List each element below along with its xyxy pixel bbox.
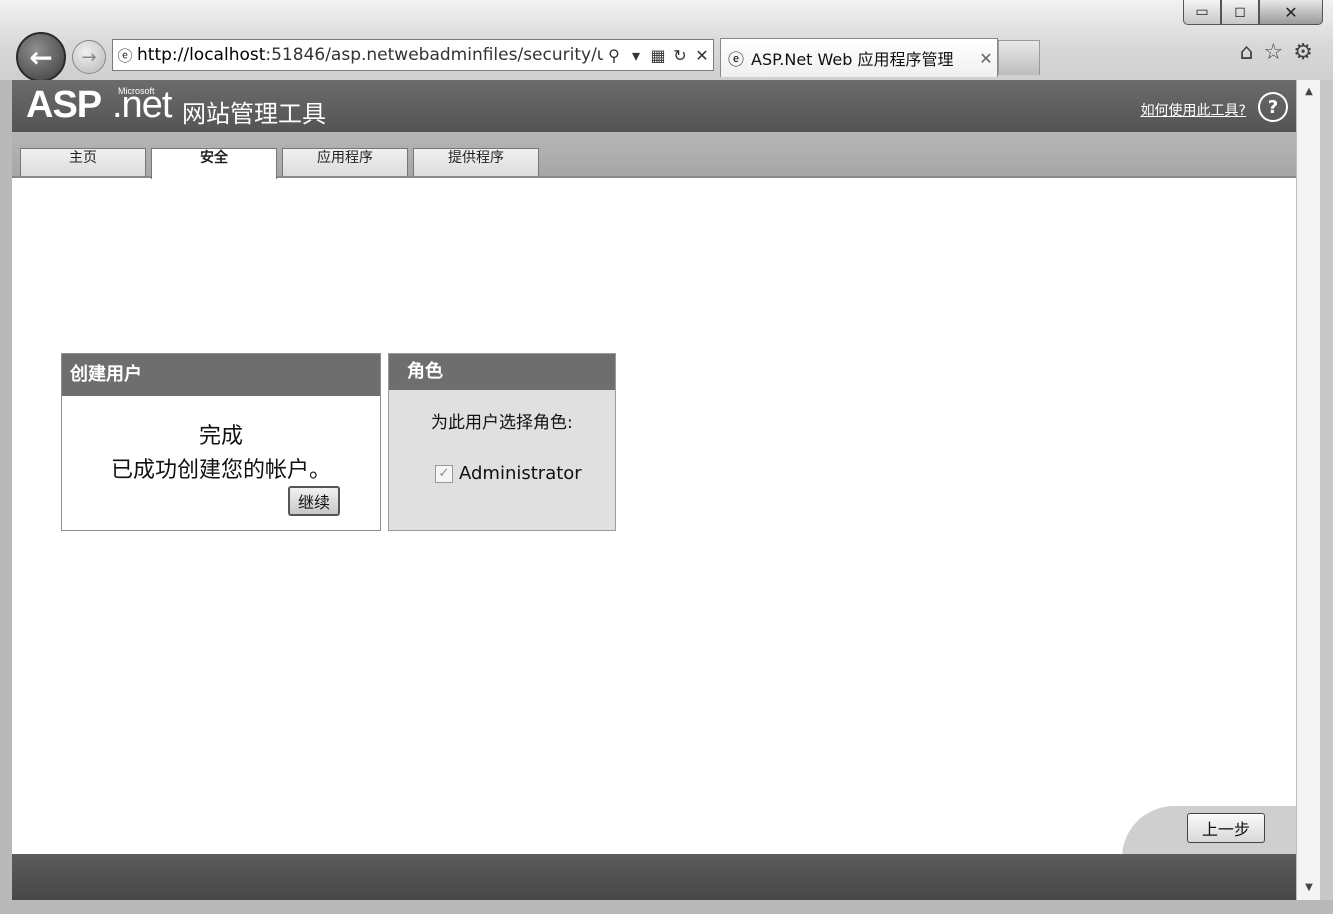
window-frame-bottom — [0, 900, 1333, 914]
roles-heading: 角色 — [389, 354, 615, 390]
help-icon[interactable]: ? — [1258, 92, 1288, 122]
roles-prompt: 为此用户选择角色: — [431, 413, 573, 433]
home-icon[interactable]: ⌂ — [1240, 40, 1254, 65]
new-tab-button[interactable] — [998, 40, 1040, 75]
dropdown-icon[interactable]: ▾ — [625, 46, 647, 65]
stop-icon[interactable]: ✕ — [691, 46, 713, 65]
browser-chrome: ▭ ◻ ✕ ← → ⓔ http://localhost:51846/asp.n… — [0, 0, 1333, 82]
browser-toolbar: ⌂ ☆ ⚙ — [1240, 40, 1313, 65]
maximize-button[interactable]: ◻ — [1221, 0, 1259, 25]
address-bar[interactable]: ⓔ http://localhost:51846/asp.netwebadmin… — [112, 39, 714, 71]
ie-icon: ⓔ — [117, 46, 133, 65]
arrow-left-icon: ← — [29, 40, 53, 74]
address-url[interactable]: http://localhost:51846/asp.netwebadminfi… — [137, 45, 603, 65]
vertical-scrollbar[interactable]: ▲ ▼ — [1296, 80, 1321, 900]
compat-icon[interactable]: ▦ — [647, 46, 669, 65]
tab-title: ASP.Net Web 应用程序管理 — [751, 50, 954, 69]
role-label: Administrator — [459, 463, 582, 484]
browser-tab-active[interactable]: ⓔ ASP.Net Web 应用程序管理 ✕ — [720, 38, 998, 77]
window-controls: ▭ ◻ ✕ — [1183, 0, 1323, 26]
url-path: :51846/asp.netwebadminfiles/security/u — [265, 45, 603, 65]
ie-icon: ⓔ — [727, 50, 744, 69]
help-link[interactable]: 如何使用此工具? — [1141, 100, 1246, 120]
favorites-icon[interactable]: ☆ — [1264, 40, 1284, 65]
aspnet-logo: ASP — [26, 84, 102, 126]
tab-security[interactable]: 安全 — [151, 148, 277, 179]
complete-message: 已成功创建您的帐户。 — [110, 458, 331, 483]
settings-icon[interactable]: ⚙ — [1293, 40, 1313, 65]
back-button[interactable]: ← — [16, 32, 66, 82]
continue-button[interactable]: 继续 — [288, 486, 340, 516]
page-viewport: ASP .net Microsoft 网站管理工具 如何使用此工具? ? 主页 … — [12, 80, 1296, 900]
url-host: http://localhost — [137, 45, 266, 65]
tab-application[interactable]: 应用程序 — [282, 148, 408, 176]
create-user-panel: 创建用户 完成 已成功创建您的帐户。 继续 — [61, 353, 381, 531]
complete-title: 完成 — [198, 424, 243, 449]
microsoft-mark: Microsoft — [118, 86, 155, 96]
arrow-right-icon: → — [81, 46, 97, 68]
role-checkbox[interactable]: ✓ — [435, 464, 453, 483]
close-window-button[interactable]: ✕ — [1259, 0, 1323, 25]
nav-tabbar: 主页 安全 应用程序 提供程序 — [12, 132, 1296, 179]
site-title: 网站管理工具 — [182, 100, 326, 128]
roles-panel: 角色 为此用户选择角色: ✓ Administrator — [388, 353, 616, 531]
tab-provider[interactable]: 提供程序 — [413, 148, 539, 176]
tab-home[interactable]: 主页 — [20, 148, 146, 176]
window-frame-left — [0, 80, 12, 914]
close-tab-icon[interactable]: ✕ — [975, 49, 997, 68]
forward-button[interactable]: → — [72, 40, 106, 74]
search-icon[interactable]: ⚲ — [603, 46, 625, 65]
site-footer — [12, 854, 1296, 900]
role-option-administrator[interactable]: ✓ Administrator — [435, 463, 615, 484]
scroll-down-icon[interactable]: ▼ — [1297, 882, 1321, 893]
previous-button[interactable]: 上一步 — [1187, 813, 1265, 843]
refresh-icon[interactable]: ↻ — [669, 46, 691, 65]
create-user-heading: 创建用户 — [62, 354, 380, 396]
scroll-up-icon[interactable]: ▲ — [1297, 86, 1321, 97]
window-frame-right — [1320, 80, 1333, 914]
site-header: ASP .net Microsoft 网站管理工具 如何使用此工具? ? — [12, 80, 1296, 132]
minimize-button[interactable]: ▭ — [1183, 0, 1221, 25]
